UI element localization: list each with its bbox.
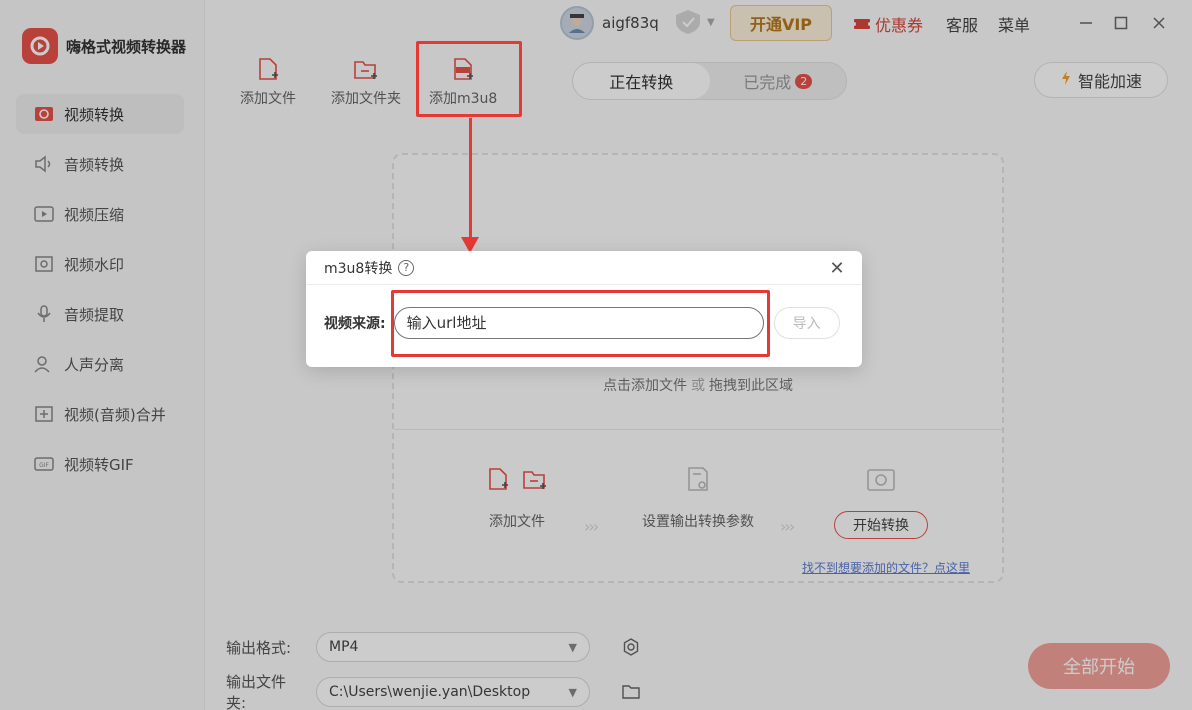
import-button[interactable]: 导入 [773, 307, 840, 339]
help-icon[interactable]: ? [398, 259, 415, 276]
annotation-highlight-box [391, 290, 770, 357]
annotation-highlight-box [416, 41, 522, 117]
close-icon[interactable]: ✕ [826, 257, 848, 279]
video-source-label: 视频来源: [324, 316, 386, 332]
dialog-header: m3u8转换 ? [306, 251, 862, 285]
annotation-arrow [469, 118, 472, 240]
dialog-title: m3u8转换 [324, 260, 393, 277]
